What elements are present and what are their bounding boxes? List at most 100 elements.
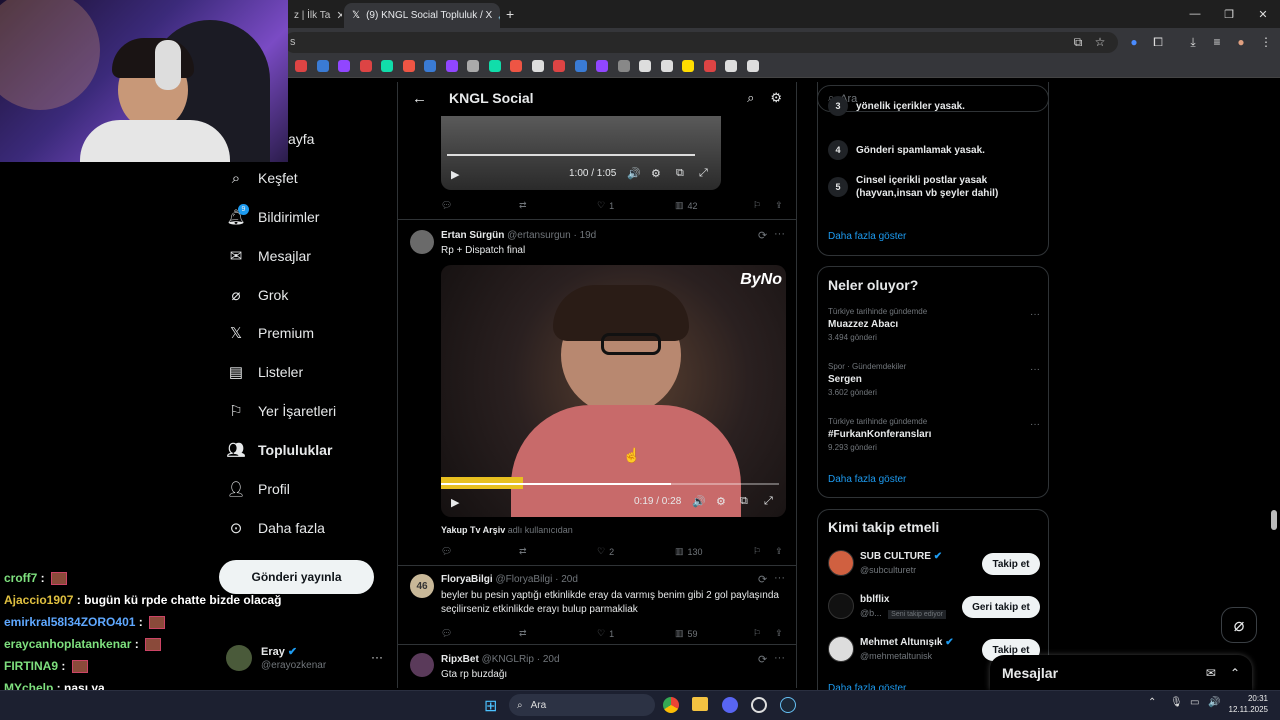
- steam-icon[interactable]: [780, 697, 796, 713]
- repost-icon[interactable]: ⇄: [519, 200, 597, 211]
- folder-icon[interactable]: [692, 697, 708, 711]
- like-button[interactable]: ♡ 1: [597, 200, 675, 211]
- video-progress[interactable]: [447, 154, 695, 156]
- browser-tab[interactable]: z | İlk Ta ✕: [286, 3, 342, 28]
- bookmark-favicon-icon[interactable]: [703, 60, 716, 72]
- windows-start-icon[interactable]: ⊞: [484, 696, 497, 716]
- messages-drawer[interactable]: Mesajlar ✉ ⌃: [990, 655, 1252, 690]
- avatar[interactable]: [828, 550, 854, 576]
- share-icon[interactable]: ⇪: [775, 200, 783, 211]
- scrollbar-thumb[interactable]: [1271, 510, 1277, 530]
- pip-icon[interactable]: ⧉: [676, 167, 684, 180]
- more-icon[interactable]: ···: [1030, 364, 1040, 375]
- avatar[interactable]: [226, 645, 252, 671]
- star-icon[interactable]: ☆: [1090, 32, 1110, 52]
- monitor-icon[interactable]: ▭: [1190, 697, 1199, 708]
- bookmark-favicon-icon[interactable]: [316, 60, 329, 72]
- install-icon[interactable]: ⧉: [1068, 32, 1088, 52]
- rules-more-link[interactable]: Daha fazla göster: [828, 231, 906, 242]
- volume-icon[interactable]: 🔊: [1208, 697, 1220, 708]
- close-window-icon[interactable]: ✕: [1246, 0, 1280, 28]
- bookmark-favicon-icon[interactable]: [359, 60, 372, 72]
- follow-button[interactable]: Takip et: [982, 553, 1040, 575]
- reply-icon[interactable]: 💬︎: [441, 546, 519, 557]
- suggestion-name[interactable]: bblflix: [860, 594, 889, 605]
- more-icon[interactable]: ···: [774, 652, 785, 664]
- sidebar-item-2[interactable]: 🔔︎ Bildirimler 9: [226, 202, 319, 232]
- search-icon[interactable]: ⌕: [747, 90, 754, 106]
- gear-icon[interactable]: ⚙: [770, 90, 782, 106]
- author-name[interactable]: Ertan Sürgün: [441, 230, 504, 241]
- follow-suggestion[interactable]: bblflix @b... Seni takip ediyor Geri takip…: [828, 593, 1040, 631]
- settings-icon[interactable]: ⚙: [651, 167, 661, 180]
- suggestion-name[interactable]: Mehmet Altunışık ✔: [860, 637, 954, 648]
- bookmark-favicon-icon[interactable]: [381, 60, 393, 72]
- post-item[interactable]: RipxBet @KNGLRip · 20d ⟳ ··· Gta rp buzd…: [398, 645, 796, 688]
- bookmark-favicon-icon[interactable]: [574, 60, 587, 72]
- author-name[interactable]: RipxBet: [441, 654, 479, 665]
- bookmark-icon[interactable]: ⚐: [753, 200, 761, 211]
- repost-icon[interactable]: ⇄: [519, 628, 597, 639]
- app-icon[interactable]: [751, 697, 767, 713]
- sidebar-item-9[interactable]: 👤︎ Profil: [226, 474, 289, 504]
- trend-item[interactable]: Spor · Gündemdekiler Sergen 3.602 gönderi ·…: [828, 362, 1040, 410]
- sidebar-item-0[interactable]: ⌂ayfa: [228, 124, 314, 154]
- bookmark-favicon-icon[interactable]: [682, 60, 694, 72]
- credit-name[interactable]: Yakup Tv Arşiv: [441, 525, 505, 535]
- bookmark-favicon-icon[interactable]: [660, 60, 673, 72]
- refresh-icon[interactable]: ⟳: [758, 653, 767, 666]
- play-icon[interactable]: ▶: [451, 168, 459, 181]
- avatar[interactable]: [410, 230, 434, 254]
- bookmark-favicon-icon[interactable]: [639, 60, 651, 72]
- avatar[interactable]: 46: [410, 574, 434, 598]
- views-button[interactable]: ▥ 130: [675, 546, 753, 557]
- volume-icon[interactable]: 🔊: [692, 495, 706, 508]
- post-item[interactable]: 46 FloryaBilgi @FloryaBilgi · 20d ⟳ ··· …: [398, 566, 796, 644]
- new-tab-icon[interactable]: +: [506, 6, 514, 22]
- author-handle[interactable]: @FloryaBilgi: [495, 574, 552, 585]
- like-button[interactable]: ♡ 2: [597, 546, 675, 557]
- bookmark-favicon-icon[interactable]: [617, 60, 630, 72]
- bookmark-favicon-icon[interactable]: [725, 60, 737, 72]
- speaker-icon[interactable]: 🔊: [498, 10, 500, 21]
- video-progress-track[interactable]: [441, 483, 779, 485]
- bookmark-favicon-icon[interactable]: [746, 60, 759, 72]
- suggestion-name[interactable]: SUB CULTURE ✔: [860, 551, 942, 562]
- views-button[interactable]: ▥ 42: [675, 200, 753, 211]
- grok-icon[interactable]: ⌀: [1221, 607, 1257, 643]
- trend-item[interactable]: Türkiye tarihinde gündemde #FurkanKonfera…: [828, 417, 1040, 465]
- share-icon[interactable]: ⇪: [775, 546, 783, 557]
- sidebar-item-1[interactable]: ⌕ Keşfet: [228, 163, 298, 193]
- bookmark-favicon-icon[interactable]: [488, 60, 501, 72]
- play-icon[interactable]: ▶: [451, 496, 459, 509]
- menu-kebab-icon[interactable]: ⋮: [1256, 32, 1276, 52]
- minimize-icon[interactable]: —: [1178, 0, 1212, 28]
- clock[interactable]: 20:31 12.11.2025: [1226, 693, 1268, 715]
- video-player[interactable]: ByNo ▶ 0:19 / 0:28 🔊 ⚙ ⧉ ⤢: [441, 265, 786, 517]
- bookmark-favicon-icon[interactable]: [445, 60, 458, 72]
- volume-icon[interactable]: 🔊: [627, 167, 641, 180]
- avatar[interactable]: [828, 636, 854, 662]
- back-arrow-icon[interactable]: ←: [412, 90, 427, 107]
- post-item[interactable]: Ertan Sürgün @ertansurgun · 19d ⟳ ··· Rp…: [398, 220, 796, 565]
- more-icon[interactable]: ···: [1030, 309, 1040, 320]
- bookmark-favicon-icon[interactable]: [295, 60, 307, 72]
- chevron-up-icon[interactable]: ⌃: [1230, 666, 1240, 680]
- fullscreen-icon[interactable]: ⤢: [764, 495, 773, 508]
- address-bar[interactable]: s: [284, 32, 1118, 53]
- bookmark-favicon-icon[interactable]: [531, 60, 544, 72]
- repost-icon[interactable]: ⇄: [519, 546, 597, 557]
- settings-icon[interactable]: ⚙: [716, 495, 726, 508]
- playlist-icon[interactable]: ≡: [1207, 32, 1227, 52]
- trend-item[interactable]: Türkiye tarihinde gündemde Muazzez Abacı 3…: [828, 307, 1040, 355]
- sidebar-item-3[interactable]: ✉ Mesajlar: [228, 241, 311, 271]
- avatar[interactable]: [410, 653, 434, 677]
- chevron-up-icon[interactable]: ⌃: [1148, 697, 1156, 708]
- author-handle[interactable]: @ertansurgun: [507, 230, 571, 241]
- maximize-icon[interactable]: ❐: [1212, 0, 1246, 28]
- close-icon[interactable]: ✕: [336, 9, 342, 22]
- share-icon[interactable]: ⇪: [775, 628, 783, 639]
- sidebar-item-7[interactable]: ⚐ Yer İşaretleri: [228, 396, 336, 426]
- download-icon[interactable]: ⤓: [1183, 32, 1203, 52]
- sidebar-item-10[interactable]: ⊙ Daha fazla: [228, 513, 325, 543]
